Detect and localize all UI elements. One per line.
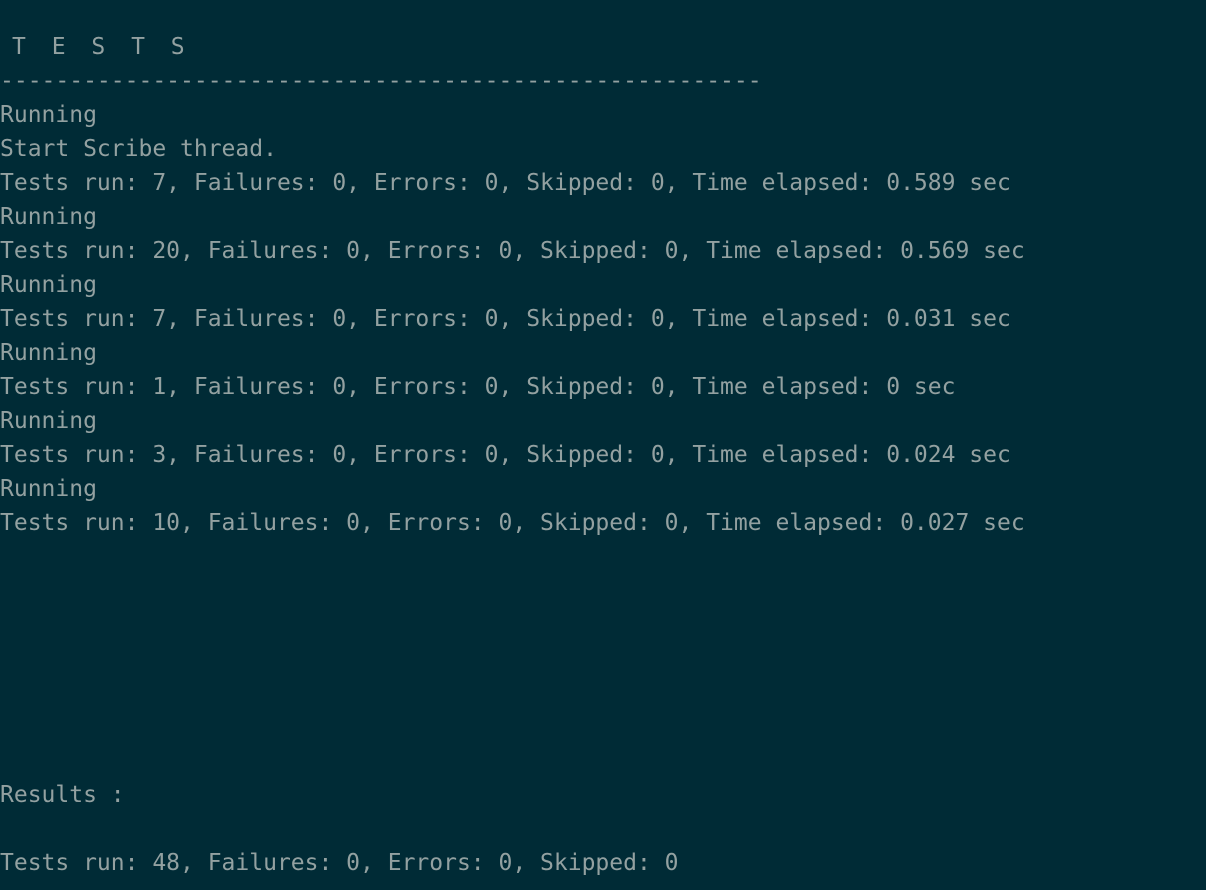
output-line: Tests run: 3, Failures: 0, Errors: 0, Sk… [0, 442, 1011, 468]
output-line: Tests run: 1, Failures: 0, Errors: 0, Sk… [0, 374, 956, 400]
output-line: Running [0, 408, 97, 434]
results-summary: Tests run: 48, Failures: 0, Errors: 0, S… [0, 850, 679, 876]
separator-line: ----------------------------------------… [0, 68, 762, 94]
tests-header: T E S T S [12, 34, 191, 60]
output-line: Tests run: 20, Failures: 0, Errors: 0, S… [0, 238, 1025, 264]
output-line: Tests run: 7, Failures: 0, Errors: 0, Sk… [0, 170, 1011, 196]
output-line: Running [0, 340, 97, 366]
output-line: Start Scribe thread. [0, 136, 277, 162]
output-line: Tests run: 7, Failures: 0, Errors: 0, Sk… [0, 306, 1011, 332]
output-line: Running [0, 272, 97, 298]
output-line: Running [0, 204, 97, 230]
output-line: Running [0, 102, 97, 128]
output-line: Tests run: 10, Failures: 0, Errors: 0, S… [0, 510, 1025, 536]
results-label: Results : [0, 782, 125, 808]
output-line: Running [0, 476, 97, 502]
terminal-window[interactable]: T E S T S ------------------------------… [0, 0, 1206, 890]
